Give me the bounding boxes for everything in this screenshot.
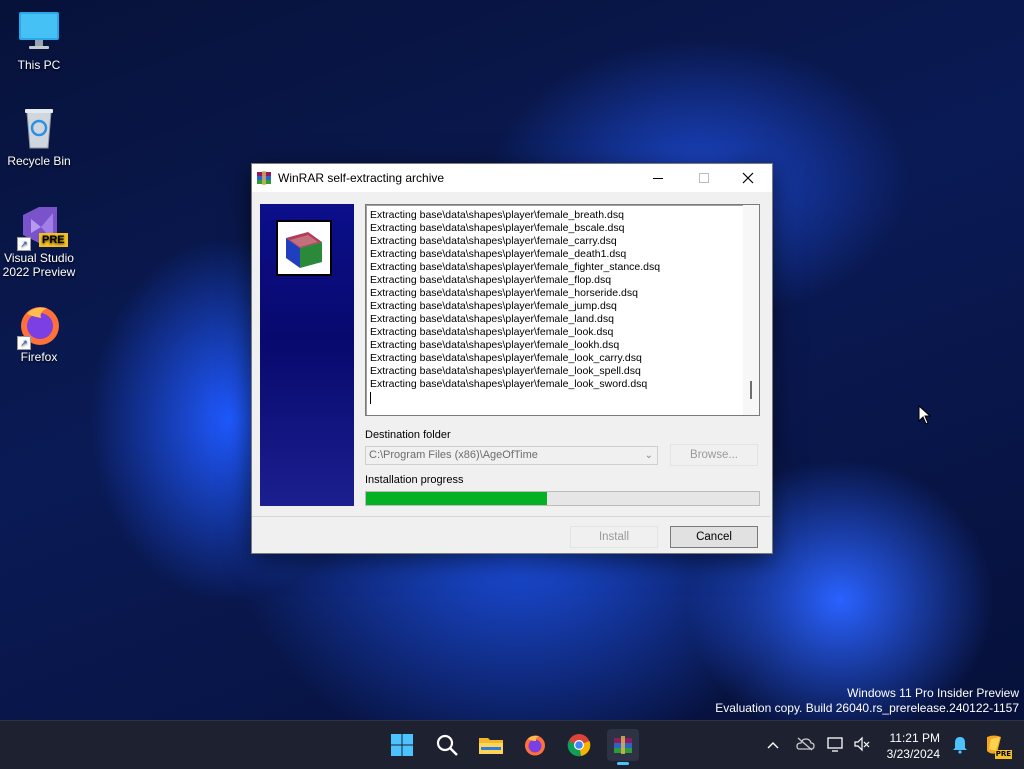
system-tray [765, 721, 871, 769]
destination-folder-label: Destination folder [365, 429, 451, 441]
notification-bell-icon[interactable] [944, 729, 976, 761]
minimize-button[interactable] [636, 164, 680, 192]
destination-folder-field[interactable]: C:\Program Files (x86)\AgeOfTime ⌄ [365, 446, 658, 465]
pre-badge: PRE [39, 233, 68, 247]
desktop-icon-visual-studio[interactable]: PRE ↗ Visual Studio 2022 Preview [0, 203, 78, 279]
maximize-icon [699, 173, 709, 183]
install-button[interactable]: Install [570, 526, 658, 548]
visual-studio-icon: PRE ↗ [17, 203, 68, 251]
separator [252, 516, 770, 517]
copilot-icon[interactable]: PRE [978, 729, 1012, 761]
log-line: Extracting base\data\shapes\player\femal… [370, 365, 641, 377]
desktop-icon-recycle-bin[interactable]: Recycle Bin [0, 106, 78, 168]
desktop: This PC Recycle Bin PRE ↗ Visual Studio … [0, 0, 1024, 720]
firefox-icon [525, 735, 545, 756]
firefox-icon: ↗ [17, 302, 61, 350]
log-lines: Extracting base\data\shapes\player\femal… [370, 209, 739, 404]
desktop-icon-firefox[interactable]: ↗ Firefox [0, 302, 78, 364]
maximize-button[interactable] [682, 164, 726, 192]
log-line: Extracting base\data\shapes\player\femal… [370, 352, 642, 364]
monitor-icon [17, 10, 61, 54]
search-button[interactable] [431, 729, 463, 761]
log-line: Extracting base\data\shapes\player\femal… [370, 248, 627, 260]
winrar-sfx-window: WinRAR self-extracting archive Extractin… [251, 163, 773, 554]
active-indicator [617, 762, 629, 765]
installation-progress-bar [365, 491, 760, 506]
start-icon [391, 734, 413, 756]
recycle-bin-icon [17, 106, 61, 150]
windows-watermark: Windows 11 Pro Insider Preview Evaluatio… [715, 686, 1019, 715]
search-icon [436, 734, 458, 756]
window-title: WinRAR self-extracting archive [278, 171, 445, 185]
log-scrollbar[interactable] [743, 205, 759, 415]
log-line: Extracting base\data\shapes\player\femal… [370, 313, 614, 325]
desktop-icon-this-pc[interactable]: This PC [0, 10, 78, 72]
extraction-log[interactable]: Extracting base\data\shapes\player\femal… [365, 204, 760, 416]
minimize-icon [653, 178, 663, 179]
progress-fill [366, 492, 547, 505]
taskbar: 11:21 PM 3/23/2024 PRE [0, 720, 1024, 769]
winrar-taskbar-button[interactable] [607, 729, 639, 765]
browse-button[interactable]: Browse... [670, 444, 758, 466]
title-bar[interactable]: WinRAR self-extracting archive [252, 164, 772, 192]
winrar-logo [276, 220, 332, 276]
log-line: Extracting base\data\shapes\player\femal… [370, 222, 625, 234]
chevron-down-icon: ⌄ [644, 450, 653, 461]
log-line: Extracting base\data\shapes\player\femal… [370, 378, 648, 390]
log-line: Extracting base\data\shapes\player\femal… [370, 261, 661, 273]
scrollbar-thumb[interactable] [750, 381, 752, 399]
winrar-icon [614, 736, 632, 754]
winrar-icon [256, 170, 272, 186]
start-button[interactable] [386, 729, 418, 761]
log-line: Extracting base\data\shapes\player\femal… [370, 235, 617, 247]
chrome-taskbar-button[interactable] [563, 729, 595, 761]
log-line: Extracting base\data\shapes\player\femal… [370, 326, 614, 338]
file-explorer-button[interactable] [475, 729, 507, 761]
chrome-icon [567, 734, 591, 757]
log-line: Extracting base\data\shapes\player\femal… [370, 300, 617, 312]
onedrive-icon[interactable] [795, 737, 815, 754]
shortcut-arrow-icon: ↗ [17, 237, 31, 251]
side-banner [260, 204, 354, 506]
log-line: Extracting base\data\shapes\player\femal… [370, 209, 624, 221]
pre-badge: PRE [994, 750, 1012, 759]
firefox-taskbar-button[interactable] [519, 729, 551, 761]
shortcut-arrow-icon: ↗ [17, 336, 31, 350]
log-line: Extracting base\data\shapes\player\femal… [370, 339, 620, 351]
mouse-pointer-icon [918, 404, 932, 429]
chevron-up-icon[interactable] [765, 738, 781, 752]
cancel-button[interactable]: Cancel [670, 526, 758, 548]
installation-progress-label: Installation progress [365, 474, 464, 486]
network-icon[interactable] [827, 736, 845, 755]
clock[interactable]: 11:21 PM 3/23/2024 [887, 730, 940, 762]
log-line: Extracting base\data\shapes\player\femal… [370, 287, 638, 299]
close-button[interactable] [726, 164, 770, 192]
log-line: Extracting base\data\shapes\player\femal… [370, 274, 612, 286]
volume-muted-icon[interactable] [853, 736, 871, 755]
file-explorer-icon [479, 738, 503, 754]
text-caret [370, 392, 371, 404]
close-icon [742, 172, 754, 184]
